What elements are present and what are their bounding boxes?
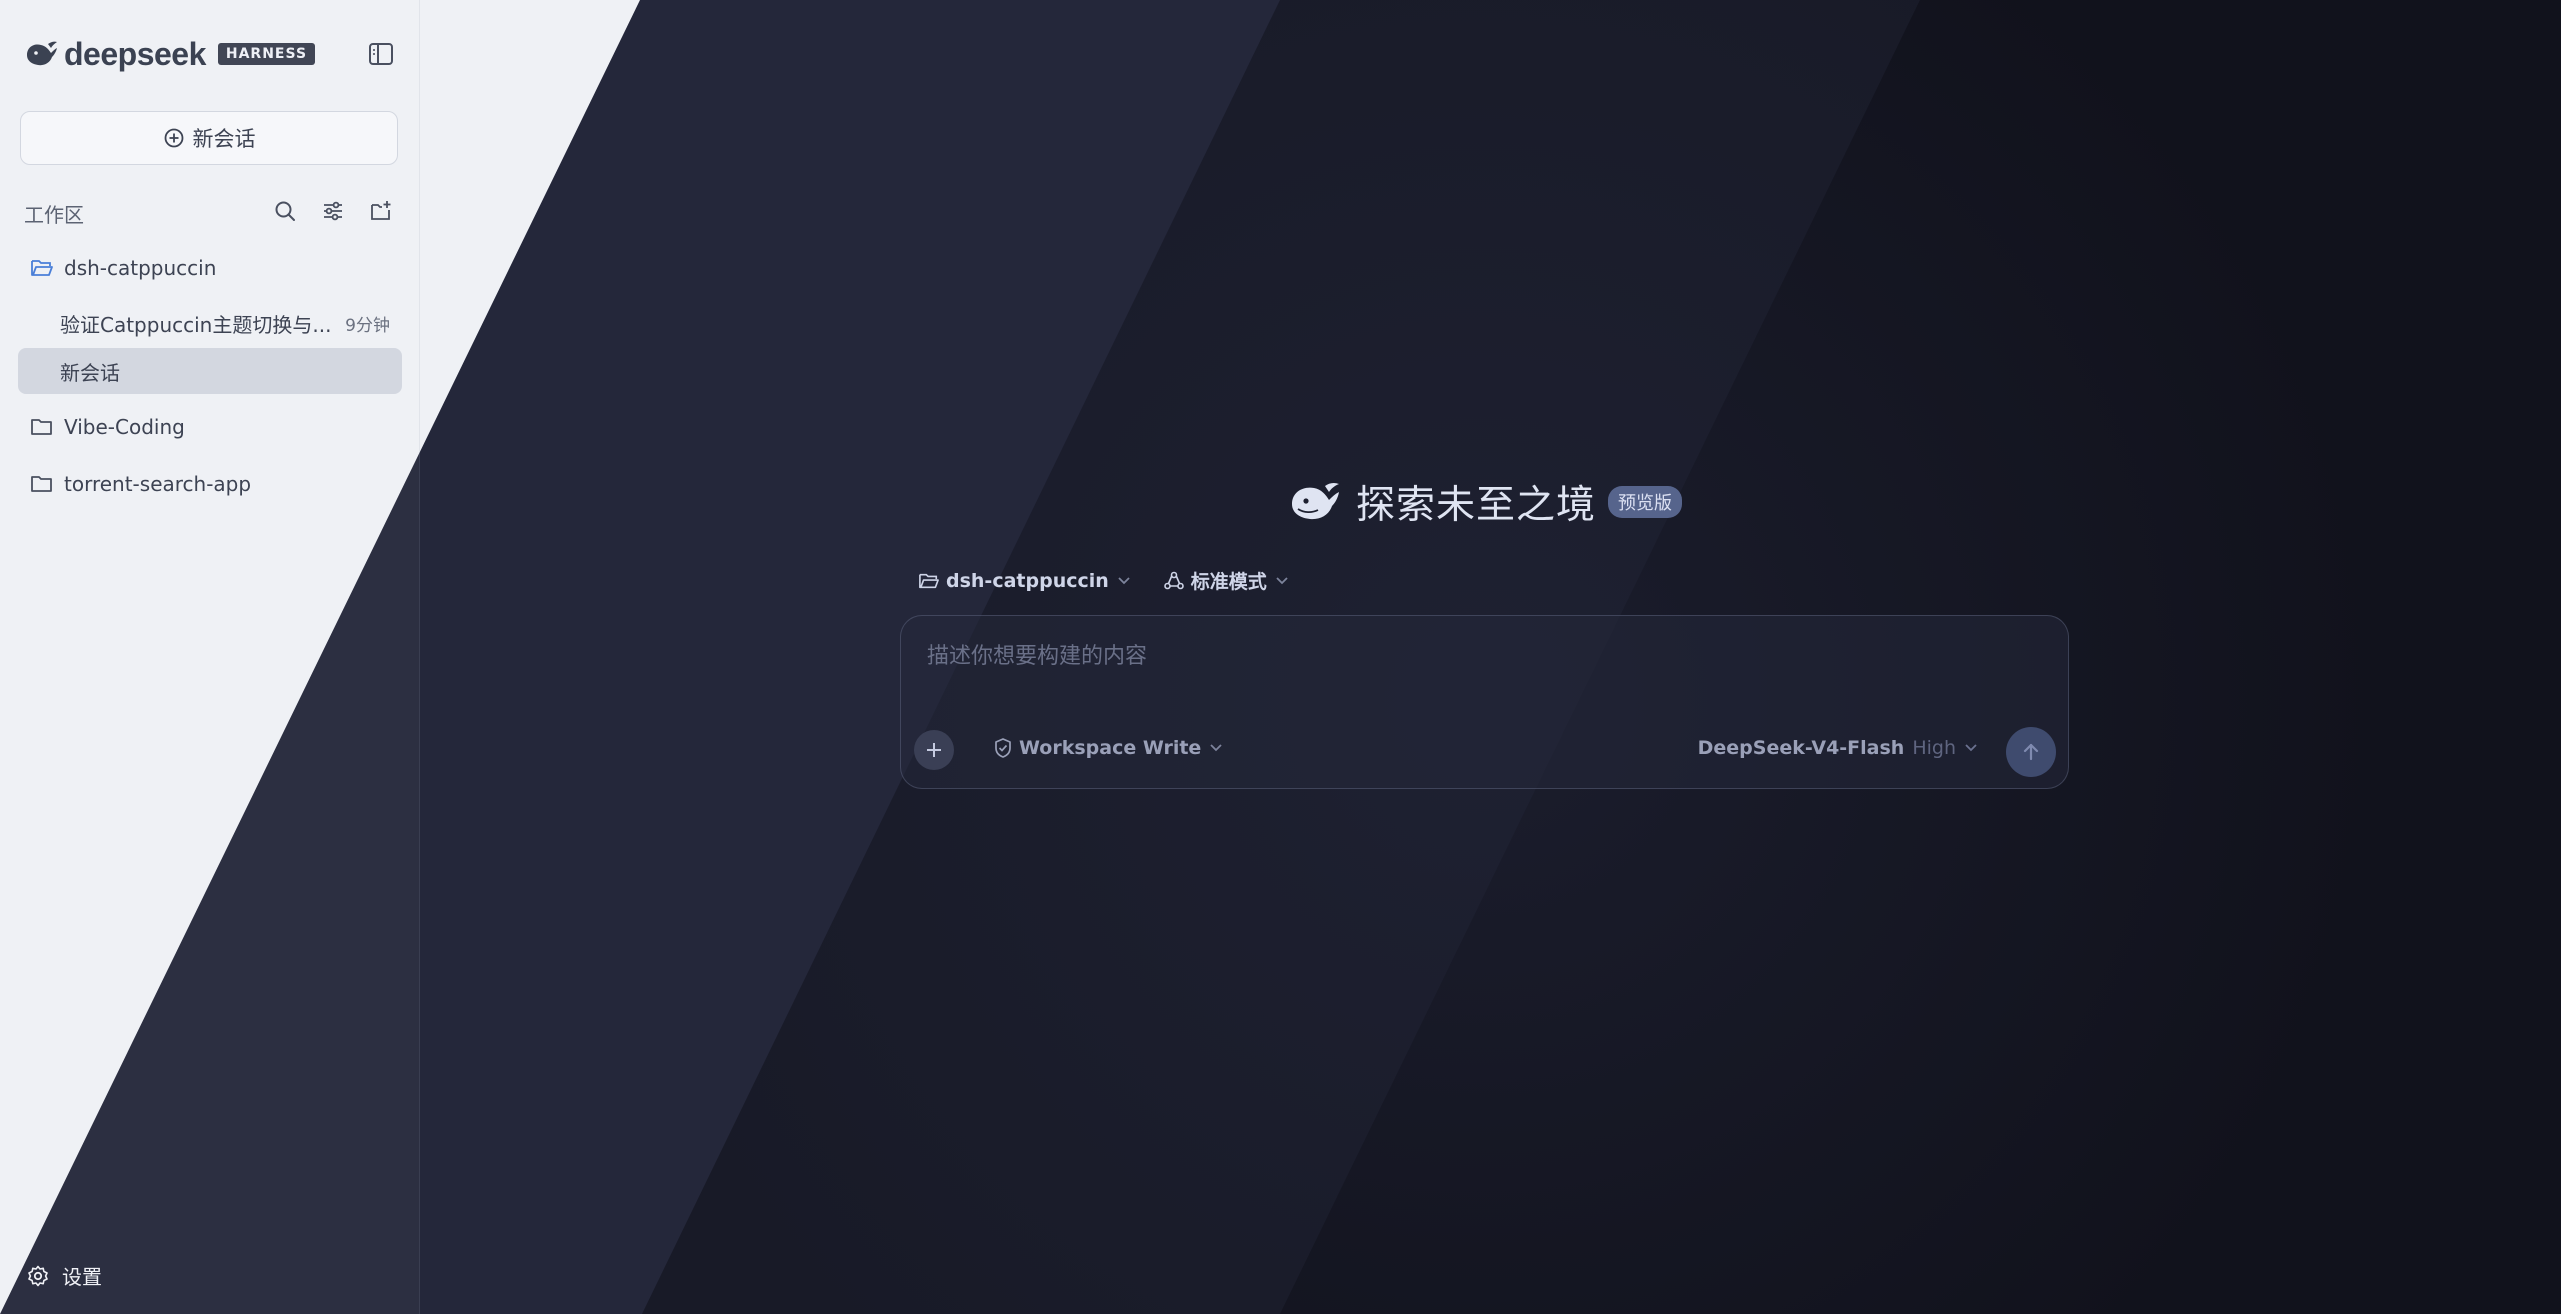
- brand: deepseek HARNESS: [24, 35, 316, 72]
- project-selector[interactable]: dsh-catppuccin: [918, 570, 1131, 592]
- sidebar-toggle-icon: [369, 43, 393, 65]
- chevron-down-icon: [1965, 744, 1977, 752]
- project-name: torrent-search-app: [64, 472, 252, 496]
- arrow-up-icon: [2023, 743, 2039, 761]
- effort-level: High: [1912, 737, 1956, 759]
- gear-icon: [28, 1265, 48, 1286]
- folder-icon: [31, 476, 52, 492]
- app-window: deepseek HARNESS 新会话 工作区 dsh-catppuccin …: [0, 0, 2561, 1314]
- hero: 探索未至之境 预览版: [1288, 474, 1683, 530]
- plus-circle-icon: [164, 128, 183, 148]
- model-name: DeepSeek-V4-Flash: [1697, 737, 1905, 759]
- session-title: 验证Catppuccin主题切换与...: [60, 312, 332, 337]
- session-title: 新会话: [60, 360, 120, 385]
- settings-label: 设置: [62, 1265, 102, 1289]
- prompt-input[interactable]: [925, 636, 2029, 700]
- sidebar: deepseek HARNESS 新会话 工作区 dsh-catppuccin …: [0, 0, 420, 1314]
- chevron-down-icon: [1276, 576, 1288, 584]
- preview-badge: 预览版: [1608, 486, 1683, 518]
- search-button[interactable]: [270, 196, 300, 226]
- whale-logo-icon: [1292, 482, 1339, 520]
- project-item-torrent-search-app[interactable]: torrent-search-app: [30, 472, 251, 496]
- session-item[interactable]: 验证Catppuccin主题切换与... 9分钟: [18, 303, 402, 343]
- attach-button[interactable]: [914, 730, 954, 770]
- harness-badge: HARNESS: [217, 43, 316, 65]
- filter-button[interactable]: [318, 196, 348, 226]
- project-item-vibe-coding[interactable]: Vibe-Coding: [30, 415, 185, 439]
- chevron-down-icon: [1210, 744, 1222, 752]
- model-selector[interactable]: DeepSeek-V4-Flash High: [1698, 737, 1978, 759]
- prompt-composer: Workspace Write DeepSeek-V4-Flash High: [900, 615, 2069, 789]
- send-button[interactable]: [2006, 727, 2056, 777]
- sidebar-toggle-button[interactable]: [367, 41, 395, 67]
- new-chat-label: 新会话: [192, 127, 256, 151]
- new-chat-button[interactable]: 新会话: [20, 111, 398, 165]
- project-item-dsh-catppuccin[interactable]: dsh-catppuccin: [30, 256, 216, 280]
- mode-selector[interactable]: 标准模式: [1163, 567, 1289, 594]
- folder-open-icon: [31, 260, 53, 276]
- search-icon: [275, 201, 295, 221]
- permission-label: Workspace Write: [1019, 737, 1202, 759]
- session-time: 9分钟: [345, 315, 390, 336]
- project-name: dsh-catppuccin: [64, 256, 217, 280]
- new-folder-icon: [371, 201, 391, 220]
- whale-logo-icon: [27, 41, 57, 66]
- mode-selector-label: 标准模式: [1190, 571, 1267, 593]
- shield-check-icon: [995, 738, 1011, 758]
- chevron-down-icon: [1118, 576, 1130, 584]
- settings-button[interactable]: 设置: [26, 1261, 102, 1290]
- brand-wordmark: deepseek: [64, 35, 206, 72]
- folder-icon: [31, 419, 52, 435]
- plus-icon: [927, 743, 941, 757]
- cycle-icon: [1163, 571, 1184, 589]
- project-selector-label: dsh-catppuccin: [946, 569, 1109, 592]
- workspace-header: 工作区: [24, 196, 398, 227]
- hero-title: 探索未至之境: [1356, 483, 1597, 528]
- new-folder-button[interactable]: [366, 196, 396, 226]
- project-name: Vibe-Coding: [64, 415, 185, 439]
- context-selectors: dsh-catppuccin 标准模式: [918, 567, 1321, 594]
- permission-selector[interactable]: Workspace Write: [993, 737, 1223, 759]
- session-item-active[interactable]: 新会话: [18, 348, 402, 394]
- folder-open-icon: [919, 573, 939, 588]
- filter-icon: [324, 201, 342, 221]
- workspace-label: 工作区: [24, 203, 84, 227]
